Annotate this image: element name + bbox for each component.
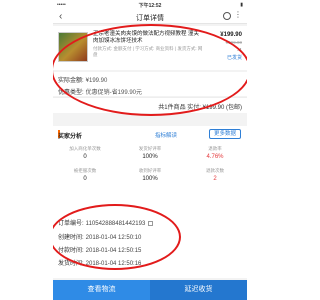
product-spec: 付款方式: 金额支付 | 学习方式: 商业资料 | 发货方式: 网盘: [93, 46, 203, 57]
summary-text: 共1件商品 实付: ¥199.90 (包邮): [158, 105, 242, 111]
bottom-action-bar: 查看物流 延迟收货: [53, 280, 247, 300]
clock: 下午12:52: [138, 3, 162, 9]
order-number-row: 订单编号: 110542888481442193: [58, 218, 154, 227]
stat-value: 0: [83, 154, 87, 160]
product-name[interactable]: 正宗老潼关肉夹馍的做法配方视频教程 潼关肉加馍冰冻饼坯技术: [93, 31, 203, 45]
more-data-button[interactable]: 更多数据: [208, 129, 241, 139]
metric-explanation-link[interactable]: 指标解读: [155, 131, 177, 139]
shipped-time-row: 发货时间: 2018-01-04 12:50:16: [58, 258, 141, 267]
stat-value: 0: [83, 176, 87, 182]
product-quantity: x1: [237, 47, 242, 52]
discount-row: 优惠类型: 优惠促销-省199.90元: [53, 84, 247, 96]
payment-amount-row: 实际金额: ¥199.90: [53, 72, 247, 84]
order-detail-screen: ••••• 下午12:52 ▮ ‹ 订单详情 ⋮ 正宗老潼关肉夹馍的做法配方视频…: [53, 0, 247, 300]
product-original-price: ¥299.00: [225, 40, 242, 45]
order-info-card: 订单编号: 110542888481442193 创建时间: 2018-01-04 …: [53, 212, 247, 278]
stat-label: 退款率: [208, 146, 222, 151]
stat-value: 4.76%: [206, 154, 224, 160]
more-icon[interactable]: ⋮: [234, 10, 242, 19]
stat-cell: 发货好评率 100%: [118, 146, 182, 160]
shipping-status: 已发货: [226, 55, 242, 61]
stat-label: 加入商化单次数: [69, 146, 101, 151]
product-price: ¥199.90: [220, 32, 242, 38]
stat-cell: 收到好评率 100%: [118, 168, 182, 182]
created-time-value: 2018-01-04 12:50:10: [85, 235, 142, 241]
stat-label: 退款次数: [206, 168, 224, 173]
stat-value: 100%: [142, 154, 158, 160]
stat-label: 被拒服次数: [73, 168, 97, 173]
stat-value: 100%: [142, 176, 158, 182]
nav-bar: ‹ 订单详情 ⋮: [53, 10, 247, 24]
created-time-row: 创建时间: 2018-01-04 12:50:10: [58, 232, 141, 241]
product-thumbnail[interactable]: [58, 32, 88, 62]
battery-icon: ▮: [240, 2, 243, 8]
paid-time-label: 付款时间:: [58, 248, 84, 254]
discount-label: 优惠类型:: [58, 90, 84, 96]
stat-label: 收到好评率: [138, 168, 162, 173]
product-item[interactable]: 正宗老潼关肉夹馍的做法配方视频教程 潼关肉加馍冰冻饼坯技术 付款方式: 金额支付…: [53, 26, 247, 70]
order-number-value: 110542888481442193: [85, 221, 146, 227]
created-time-label: 创建时间:: [58, 235, 84, 241]
stat-cell: 退款率 4.76%: [183, 146, 247, 160]
shipped-time-value: 2018-01-04 12:50:16: [85, 261, 142, 267]
stat-value: 2: [213, 176, 217, 182]
stat-label: 发货好评率: [138, 146, 162, 151]
order-summary: 共1件商品 实付: ¥199.90 (包邮): [53, 97, 247, 113]
order-number-label: 订单编号:: [58, 221, 84, 227]
shipped-time-label: 发货时间:: [58, 261, 84, 267]
stat-cell: 被拒服次数 0: [53, 168, 117, 182]
delay-receipt-button[interactable]: 延迟收货: [150, 280, 247, 300]
stat-cell: 加入商化单次数 0: [53, 146, 117, 160]
buyer-analysis-title: 买家分析: [58, 134, 83, 140]
paid-time-value: 2018-01-04 12:50:15: [85, 248, 142, 254]
buyer-analysis-card: 买家分析 指标解读 更多数据 加入商化单次数 0 发货好评率 100% 退款率 4.76%…: [53, 126, 247, 218]
stat-cell: 退款次数 2: [183, 168, 247, 182]
discount-value: 优惠促销-省199.90元: [85, 90, 143, 96]
view-logistics-button[interactable]: 查看物流: [53, 280, 150, 300]
page-title: 订单详情: [136, 15, 164, 22]
copy-icon[interactable]: [148, 220, 154, 226]
status-bar: ••••• 下午12:52 ▮: [53, 0, 247, 10]
paid-time-row: 付款时间: 2018-01-04 12:50:15: [58, 245, 141, 254]
search-icon[interactable]: [223, 12, 231, 20]
